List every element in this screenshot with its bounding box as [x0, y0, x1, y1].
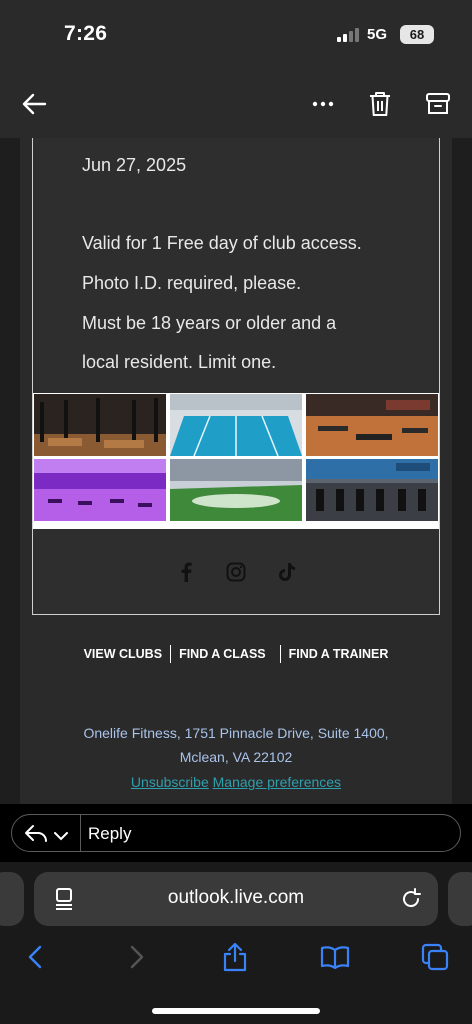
browser-forward-icon[interactable]: [120, 940, 154, 974]
offer-line: local resident. Limit one.: [82, 352, 277, 372]
offer-line: Must be 18 years or older and a: [82, 313, 337, 333]
unsubscribe-link[interactable]: Unsubscribe: [131, 774, 209, 790]
network-indicator: 5G: [367, 26, 388, 43]
share-icon[interactable]: [218, 940, 252, 974]
address-line: Mclean, VA 22102: [179, 749, 293, 765]
trash-icon[interactable]: [362, 86, 398, 122]
offer-date: Jun 27, 2025: [82, 155, 187, 175]
archive-icon[interactable]: [420, 86, 456, 122]
tiktok-icon[interactable]: [275, 560, 299, 584]
status-time: 7:26: [64, 22, 108, 45]
status-bar: 7:26 5G 68: [0, 0, 472, 70]
browser-back-icon[interactable]: [18, 940, 52, 974]
email-body[interactable]: Jun 27, 2025 Valid for 1 Free day of clu…: [0, 138, 472, 804]
offer-line: Photo I.D. required, please.: [82, 273, 302, 293]
home-indicator: [152, 1008, 320, 1014]
footer-links: VIEW CLUBS FIND A CLASS FIND A TRAINER: [0, 645, 472, 663]
gym-photo-pool: [170, 394, 302, 456]
bookmarks-icon[interactable]: [318, 940, 352, 974]
address-bar[interactable]: outlook.live.com: [34, 872, 438, 926]
divider: [80, 815, 81, 851]
gym-photo-turf: [170, 459, 302, 521]
cellular-signal-icon: [337, 28, 361, 42]
previous-tab[interactable]: [0, 872, 24, 926]
facebook-icon[interactable]: [174, 560, 198, 584]
reply-label: Reply: [88, 824, 132, 843]
url-text: outlook.live.com: [167, 887, 305, 908]
gym-photo-weights: [34, 394, 166, 456]
view-clubs-link[interactable]: VIEW CLUBS: [76, 647, 170, 663]
gym-photo-studio: [306, 394, 438, 456]
chevron-down-icon[interactable]: [54, 828, 68, 846]
manage-preferences-link[interactable]: Manage preferences: [213, 774, 341, 790]
next-tab[interactable]: [448, 872, 472, 926]
battery-icon: 68: [400, 25, 434, 44]
offer-line: Valid for 1 Free day of club access.: [82, 233, 362, 253]
mail-toolbar: [0, 70, 472, 138]
back-arrow-icon[interactable]: [16, 86, 52, 122]
instagram-icon[interactable]: [224, 560, 248, 584]
reply-arrow-icon: [24, 824, 48, 847]
gym-photo-cardio: [306, 459, 438, 521]
reply-bar: Reply: [0, 804, 472, 862]
find-a-trainer-link[interactable]: FIND A TRAINER: [281, 647, 397, 663]
gym-photo-grid: [33, 393, 439, 529]
gym-photo-purple-studio: [34, 459, 166, 521]
reload-icon[interactable]: [400, 888, 422, 915]
tabs-icon[interactable]: [418, 940, 452, 974]
find-a-class-link[interactable]: FIND A CLASS: [171, 647, 274, 663]
browser-toolbar: outlook.live.com: [0, 862, 472, 1024]
reply-button[interactable]: Reply: [11, 814, 461, 852]
unsubscribe-row: Unsubscribe Manage preferences: [0, 774, 472, 790]
address-line: Onelife Fitness, 1751 Pinnacle Drive, Su…: [83, 725, 389, 741]
more-icon[interactable]: [305, 86, 341, 122]
offer-card: Jun 27, 2025 Valid for 1 Free day of clu…: [32, 138, 440, 615]
